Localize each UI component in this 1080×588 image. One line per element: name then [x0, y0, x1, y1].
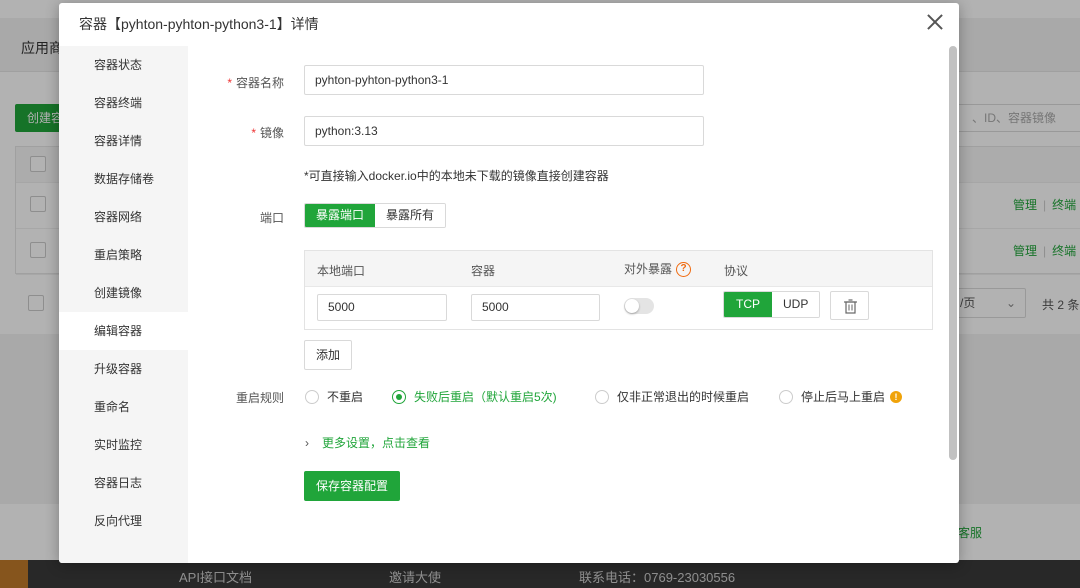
port-table: 本地端口 容器 对外暴露? 协议 5000 5000 TCP UDP: [304, 250, 933, 330]
restart-option-label: 停止后马上重启: [801, 390, 886, 404]
col-expose-text: 对外暴露: [624, 262, 673, 276]
close-icon[interactable]: [925, 12, 945, 32]
modal-sidebar: 容器状态 容器终端 容器详情 数据存储卷 容器网络 重启策略 创建镜像 编辑容器…: [59, 46, 188, 563]
radio-button: [595, 389, 609, 404]
restart-option-label: 失败后重启（默认重启5次): [414, 390, 557, 404]
protocol-toggle: TCP UDP: [723, 291, 821, 318]
restart-option-label: 不重启: [327, 390, 364, 404]
sidebar-item-network[interactable]: 容器网络: [59, 198, 188, 236]
sidebar-item-edit-container[interactable]: 编辑容器: [59, 312, 188, 350]
sidebar-item-monitor[interactable]: 实时监控: [59, 426, 188, 464]
image-label: * 镜像: [218, 124, 284, 141]
container-name-input[interactable]: pyhton-pyhton-python3-1: [304, 65, 704, 95]
restart-option-none[interactable]: 不重启: [305, 388, 363, 405]
container-detail-modal: 容器【pyhton-pyhton-python3-1】详情 容器状态 容器终端 …: [59, 3, 959, 563]
sidebar-item-status[interactable]: 容器状态: [59, 46, 188, 84]
col-expose: 对外暴露?: [624, 260, 692, 278]
edit-container-form: * 容器名称 pyhton-pyhton-python3-1 * 镜像 python…: [188, 46, 959, 563]
col-protocol: 协议: [724, 264, 749, 278]
delete-port-button[interactable]: [830, 291, 869, 320]
sidebar-item-terminal[interactable]: 容器终端: [59, 84, 188, 122]
sidebar-item-restart-policy[interactable]: 重启策略: [59, 236, 188, 274]
sidebar-item-create-image[interactable]: 创建镜像: [59, 274, 188, 312]
modal-title: 容器【pyhton-pyhton-python3-1】详情: [79, 16, 319, 32]
save-container-config-button[interactable]: 保存容器配置: [304, 471, 401, 501]
col-container-port: 容器: [471, 264, 496, 278]
local-port-input[interactable]: 5000: [317, 294, 447, 321]
col-local-port: 本地端口: [317, 264, 366, 278]
restart-option-on-failure[interactable]: 失败后重启（默认重启5次): [392, 388, 557, 405]
expose-toggle[interactable]: [624, 298, 654, 314]
restart-option-always[interactable]: 停止后马上重启!: [779, 388, 903, 405]
port-mode-toggle: 暴露端口 暴露所有: [304, 203, 447, 228]
name-label: * 容器名称: [218, 74, 284, 91]
sidebar-item-volumes[interactable]: 数据存储卷: [59, 160, 188, 198]
restart-option-label: 仅非正常退出的时候重启: [617, 390, 750, 404]
restart-option-unless-stopped[interactable]: 仅非正常退出的时候重启: [595, 388, 749, 405]
modal-scrollbar[interactable]: [949, 46, 957, 460]
question-icon[interactable]: ?: [676, 262, 692, 278]
trash-icon: [844, 299, 857, 314]
required-mark: *: [227, 76, 232, 90]
sidebar-item-logs[interactable]: 容器日志: [59, 464, 188, 502]
radio-button: [305, 389, 319, 404]
required-mark: *: [251, 126, 256, 140]
tcp-button[interactable]: TCP: [724, 292, 772, 317]
sidebar-item-rename[interactable]: 重命名: [59, 388, 188, 426]
more-settings-link[interactable]: › 更多设置，点击查看: [305, 434, 430, 451]
expose-ports-button[interactable]: 暴露端口: [305, 204, 376, 227]
sidebar-item-details[interactable]: 容器详情: [59, 122, 188, 160]
sidebar-item-upgrade[interactable]: 升级容器: [59, 350, 188, 388]
chevron-right-icon: ›: [305, 436, 309, 450]
name-label-text: 容器名称: [235, 76, 284, 90]
table-row: 5000 5000 TCP UDP: [305, 287, 932, 329]
add-port-button[interactable]: 添加: [304, 340, 353, 370]
restart-label: 重启规则: [235, 391, 284, 405]
info-icon[interactable]: !: [890, 390, 903, 403]
image-tip: *可直接输入docker.io中的本地未下载的镜像直接创建容器: [304, 169, 609, 183]
container-port-input[interactable]: 5000: [471, 294, 600, 321]
expose-all-button[interactable]: 暴露所有: [375, 204, 446, 227]
image-label-text: 镜像: [259, 126, 284, 140]
udp-button[interactable]: UDP: [772, 292, 820, 317]
sidebar-item-reverse-proxy[interactable]: 反向代理: [59, 502, 188, 540]
port-label: 端口: [259, 211, 284, 225]
radio-button-selected: [392, 389, 406, 404]
radio-button: [779, 389, 793, 404]
more-settings-text: 更多设置，点击查看: [322, 436, 431, 450]
port-table-head: 本地端口 容器 对外暴露? 协议: [305, 251, 932, 287]
image-input[interactable]: python:3.13: [304, 116, 704, 146]
